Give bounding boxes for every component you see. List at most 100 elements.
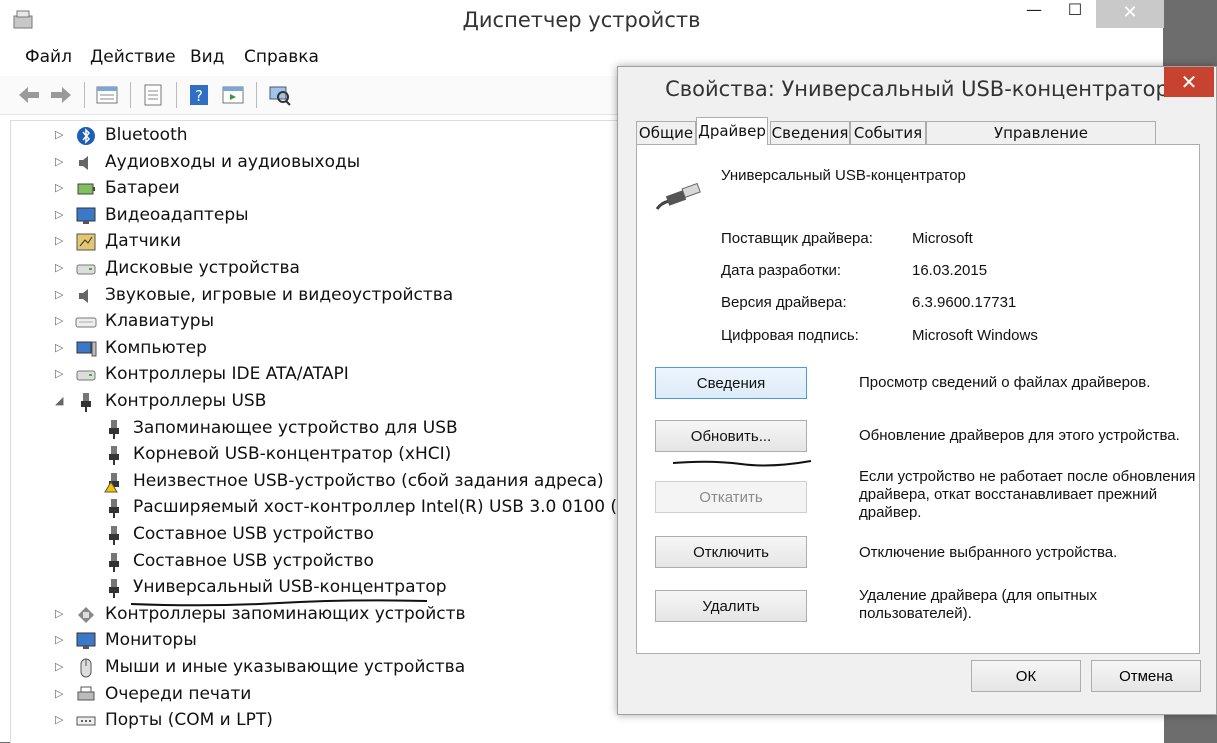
usb-plug-icon [109,446,119,466]
expand-arrow-icon[interactable]: ▷ [55,155,67,168]
storage-icon [78,606,94,623]
tree-item-label: Составное USB устройство [133,550,374,571]
update-driver-button[interactable]: Обновить... [655,420,807,452]
tree-item-label: Очереди печати [105,683,252,704]
toolbar-separator [130,82,131,108]
menu-help[interactable]: Справка [244,47,319,67]
computer-icon [76,341,97,357]
tree-item-label: Расширяемый хост-контроллер Intel(R) USB… [133,497,675,518]
tree-item-label: Корневой USB-концентратор (xHCI) [133,444,452,465]
tab-details[interactable]: Сведения [770,121,850,144]
collapse-arrow-icon[interactable]: ◢ [55,394,67,407]
warning-icon [104,472,119,493]
tree-item-label: Контроллеры запоминающих устройств [105,603,466,624]
tree-item-label: Мониторы [105,630,197,651]
tree-item-label: Батареи [105,178,180,199]
dialog-title: Свойства: Универсальный USB-концентратор [665,77,1169,101]
usb-cable-icon [655,182,701,210]
cancel-button[interactable]: Отмена [1091,660,1201,692]
expand-arrow-icon[interactable]: ▷ [55,713,67,726]
tree-item-label: Компьютер [105,337,207,358]
expand-arrow-icon[interactable]: ▷ [55,288,67,301]
disk-icon [76,370,96,381]
tree-item-label: Bluetooth [105,125,188,145]
battery-icon [77,183,95,195]
forward-arrow-icon[interactable] [48,82,74,108]
usb-plug-icon [109,552,119,572]
tree-item-label: Клавиатуры [105,311,215,332]
expand-arrow-icon[interactable]: ▷ [55,314,67,327]
toolbar-separator [176,82,177,108]
monitor-icon [76,207,96,224]
expand-arrow-icon[interactable]: ▷ [55,261,67,274]
minimize-button[interactable]: — [1011,0,1057,28]
speaker-icon [79,288,88,303]
expand-arrow-icon[interactable]: ▷ [55,181,67,194]
tab-power-management[interactable]: Управление электропитанием [926,121,1156,164]
bluetooth-icon [77,127,95,145]
expand-arrow-icon[interactable]: ▷ [55,234,67,247]
properties-list-icon[interactable] [94,82,120,108]
menu-action[interactable]: Действие [90,47,176,67]
window-title: Диспетчер устройств [462,8,701,32]
usb-plug-icon [81,393,91,412]
tree-item-label: Мыши и иные указывающие устройства [105,657,466,677]
disk-icon [76,264,96,275]
usb-plug-icon [109,419,119,439]
provider-value: Microsoft [912,230,973,247]
expand-arrow-icon[interactable]: ▷ [55,687,67,700]
uninstall-driver-description: Удаление драйвера (для опытных пользоват… [859,587,1098,622]
tree-item-label: Универсальный USB-концентратор [133,577,447,598]
dialog-close-button[interactable]: ✕ [1164,67,1214,97]
keyboard-icon [75,317,97,328]
update-driver-description: Обновление драйверов для этого устройств… [859,427,1180,444]
menu-view[interactable]: Вид [190,47,224,67]
speaker-icon [79,155,88,170]
device-name: Универсальный USB-концентратор [721,167,966,184]
tree-item-label: Запоминающее устройство для USB [133,417,458,438]
expand-arrow-icon[interactable]: ▷ [55,660,67,673]
svg-text:?: ? [195,87,203,105]
tree-item-label: Составное USB устройство [133,524,374,544]
scan-hardware-icon[interactable] [266,82,292,108]
document-icon[interactable] [140,82,166,108]
tab-driver[interactable]: Драйвер [696,117,768,145]
tree-item-label: Звуковые, игровые и видеоустройства [105,284,454,305]
disable-device-button[interactable]: Отключить [655,536,807,568]
driver-details-button[interactable]: Сведения [655,367,807,399]
title-bar: Диспетчер устройств — ☐ ✕ [0,0,1164,42]
tab-general[interactable]: Общие [636,121,696,144]
tab-events[interactable]: События [850,121,926,144]
expand-arrow-icon[interactable]: ▷ [55,341,67,354]
expand-arrow-icon[interactable]: ▷ [55,367,67,380]
version-value: 6.3.9600.17731 [912,294,1017,311]
rollback-driver-description: Если устройство не работает после обновл… [859,468,1196,521]
printer-icon [77,686,95,701]
maximize-button[interactable]: ☐ [1052,0,1098,28]
expand-arrow-icon[interactable]: ▷ [55,128,67,141]
properties-dialog: Свойства: Универсальный USB-концентратор… [617,66,1217,715]
menu-file[interactable]: Файл [25,47,72,67]
ok-button[interactable]: ОК [971,660,1081,692]
tree-item-label: Датчики [105,231,182,252]
view-panel-icon[interactable] [220,82,246,108]
usb-plug-icon [109,499,119,519]
mouse-icon [80,658,92,678]
uninstall-driver-button[interactable]: Удалить [655,590,807,622]
help-icon[interactable]: ? [186,82,212,108]
monitor-icon [76,632,96,650]
expand-arrow-icon[interactable]: ▷ [55,633,67,646]
rollback-driver-button[interactable]: Откатить [655,481,807,513]
sensor-icon [76,233,96,251]
tree-item-label: Видеоадаптеры [105,204,249,225]
back-arrow-icon[interactable] [16,82,42,108]
tree-item-label: Аудиовходы и аудиовыходы [105,151,361,172]
expand-arrow-icon[interactable]: ▷ [55,607,67,620]
signature-value: Microsoft Windows [912,327,1038,344]
expand-arrow-icon[interactable]: ▷ [55,208,67,221]
usb-plug-icon [109,526,119,545]
tree-item-label: Порты (COM и LPT) [105,710,273,731]
tree-item-label: Контроллеры IDE ATA/ATAPI [105,364,349,385]
date-label: Дата разработки: [721,262,842,279]
close-button[interactable]: ✕ [1096,0,1164,28]
